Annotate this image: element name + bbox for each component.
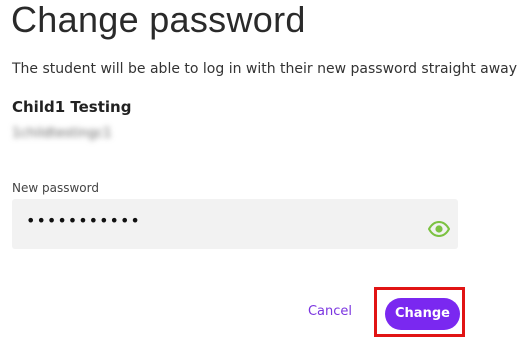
student-username: 1childtestingc1 (12, 126, 112, 141)
change-button[interactable]: Change (385, 298, 460, 330)
cancel-button[interactable]: Cancel (296, 296, 364, 328)
student-name: Child1 Testing (12, 98, 132, 116)
new-password-field[interactable]: ••••••••••• (12, 199, 458, 249)
change-password-dialog: Change password The student will be able… (0, 0, 532, 345)
change-button-highlight: Change (374, 287, 465, 337)
eye-icon[interactable] (427, 220, 451, 238)
new-password-value[interactable]: ••••••••••• (26, 211, 141, 230)
dialog-description: The student will be able to log in with … (12, 61, 518, 77)
new-password-label: New password (12, 181, 99, 195)
page-title: Change password (11, 0, 306, 40)
